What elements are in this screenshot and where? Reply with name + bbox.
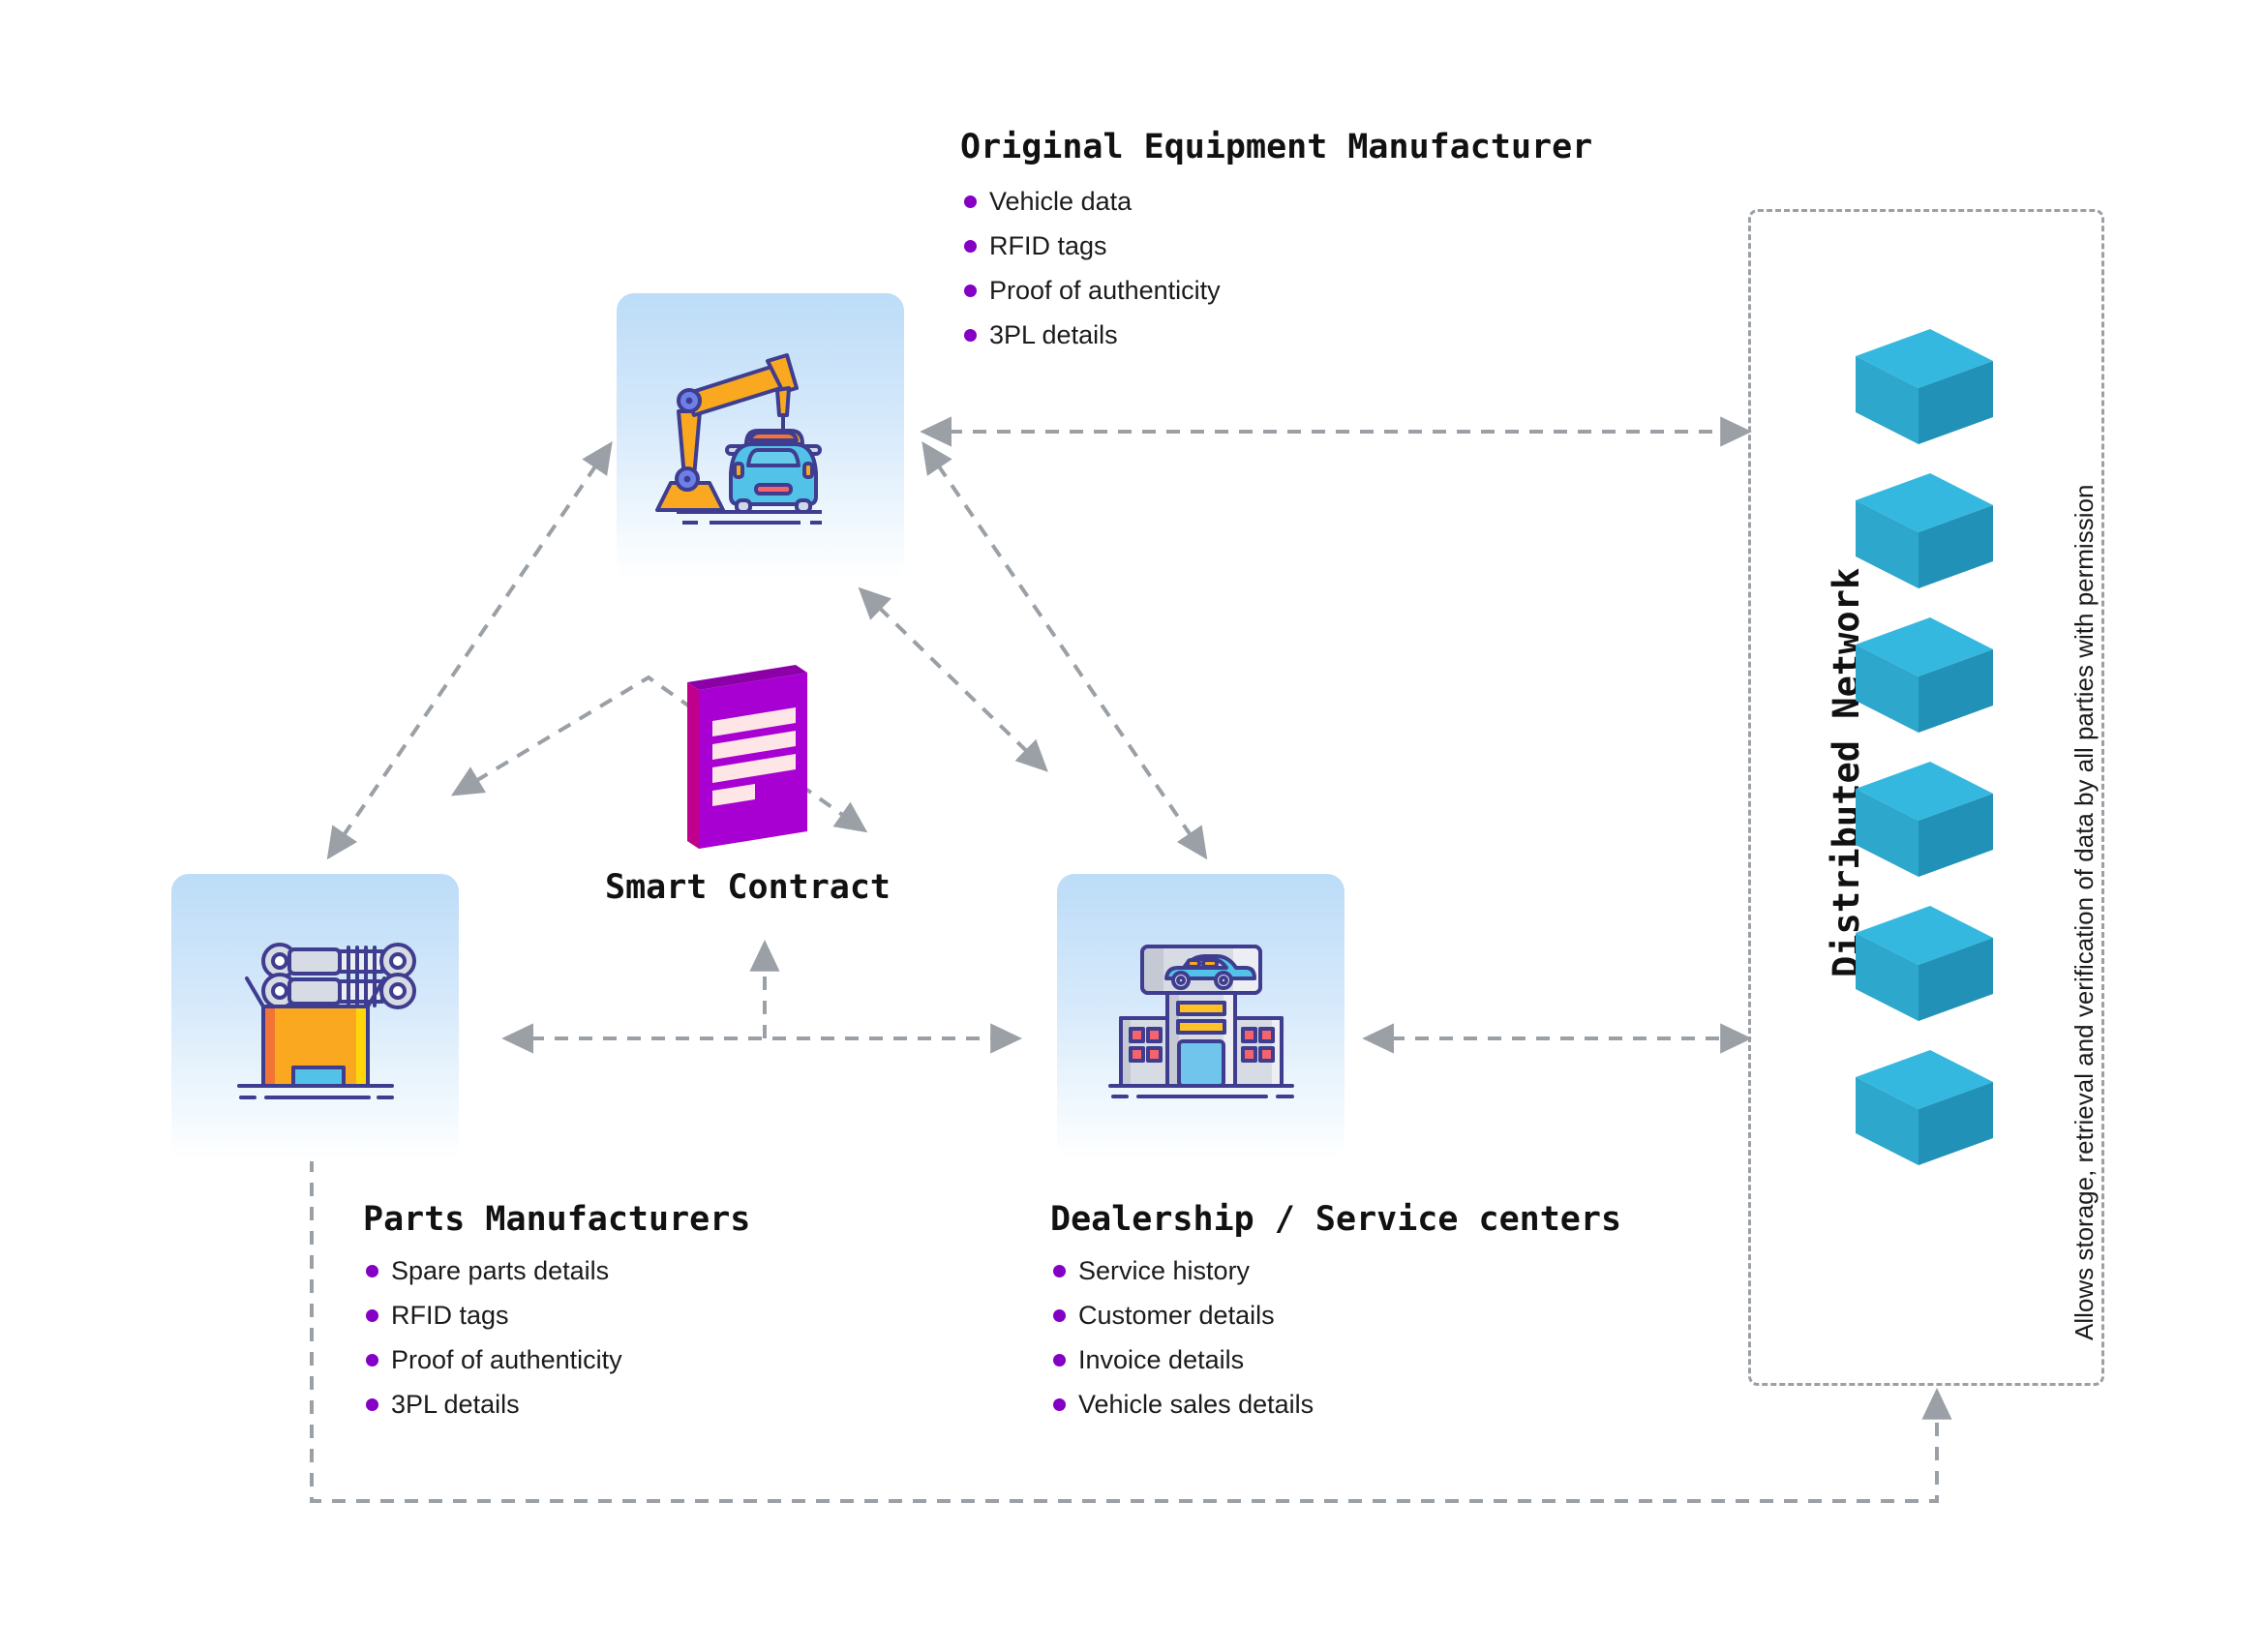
list-item: Proof of authenticity [964,278,1221,304]
bullet-dot [366,1309,378,1322]
bullet-label: Proof of authenticity [989,276,1221,305]
bullet-label: Invoice details [1078,1345,1245,1374]
list-item: Vehicle sales details [1053,1392,1314,1418]
list-item: Spare parts details [366,1258,622,1284]
dealership-building-icon [1108,945,1294,1098]
list-item: Invoice details [1053,1347,1314,1373]
smart-contract-icon[interactable] [678,655,842,873]
diagram-canvas: Original Equipment Manufacturer Vehicle … [0,0,2266,1652]
contract-document-icon [687,665,807,849]
factory-robot-car-icon [655,353,822,525]
connector-oem-parts [326,441,613,860]
list-item: RFID tags [366,1303,622,1329]
distributed-network-label: Distributed Network [1826,567,1867,977]
bullet-label: RFID tags [391,1301,509,1330]
bullet-dot [1053,1265,1066,1277]
dealership-bullets: Service history Customer details Invoice… [1053,1258,1314,1436]
list-item: RFID tags [964,233,1221,259]
parts-bullets: Spare parts details RFID tags Proof of a… [366,1258,622,1436]
oem-bullets: Vehicle data RFID tags Proof of authenti… [964,189,1221,367]
list-item: Service history [1053,1258,1314,1284]
oem-card[interactable] [617,293,904,581]
distributed-network-box [1748,209,2104,1386]
smart-contract-label: Smart Contract [605,868,891,907]
bullet-label: Service history [1078,1256,1251,1285]
bullet-label: 3PL details [391,1390,520,1419]
list-item: 3PL details [964,322,1221,348]
bullet-label: Spare parts details [391,1256,610,1285]
bullet-label: RFID tags [989,231,1107,260]
bullet-dot [1053,1309,1066,1322]
bullet-label: Customer details [1078,1301,1275,1330]
list-item: Vehicle data [964,189,1221,215]
oem-heading: Original Equipment Manufacturer [960,128,1593,166]
dealership-card[interactable] [1057,874,1344,1161]
bullet-dot [366,1265,378,1277]
bullet-label: 3PL details [989,320,1118,349]
distributed-network-caption: Allows storage, retrieval and verificati… [2070,484,2099,1340]
list-item: Proof of authenticity [366,1347,622,1373]
bullet-dot [1053,1354,1066,1367]
dealership-heading: Dealership / Service centers [1050,1200,1622,1239]
spare-parts-icon [237,943,416,1099]
bullet-dot [964,285,977,297]
list-item: 3PL details [366,1392,622,1418]
bullet-label: Vehicle sales details [1078,1390,1314,1419]
list-item: Customer details [1053,1303,1314,1329]
bullet-dot [964,240,977,253]
parts-heading: Parts Manufacturers [363,1200,751,1239]
bullet-label: Vehicle data [989,187,1133,216]
bullet-label: Proof of authenticity [391,1345,622,1374]
bullet-dot [366,1398,378,1411]
bullet-dot [1053,1398,1066,1411]
parts-card[interactable] [171,874,459,1161]
bullet-dot [964,329,977,342]
bullet-dot [366,1354,378,1367]
connector-oem-dealership [922,441,1208,860]
connector-oem-contract [858,586,1048,772]
bullet-dot [964,195,977,208]
